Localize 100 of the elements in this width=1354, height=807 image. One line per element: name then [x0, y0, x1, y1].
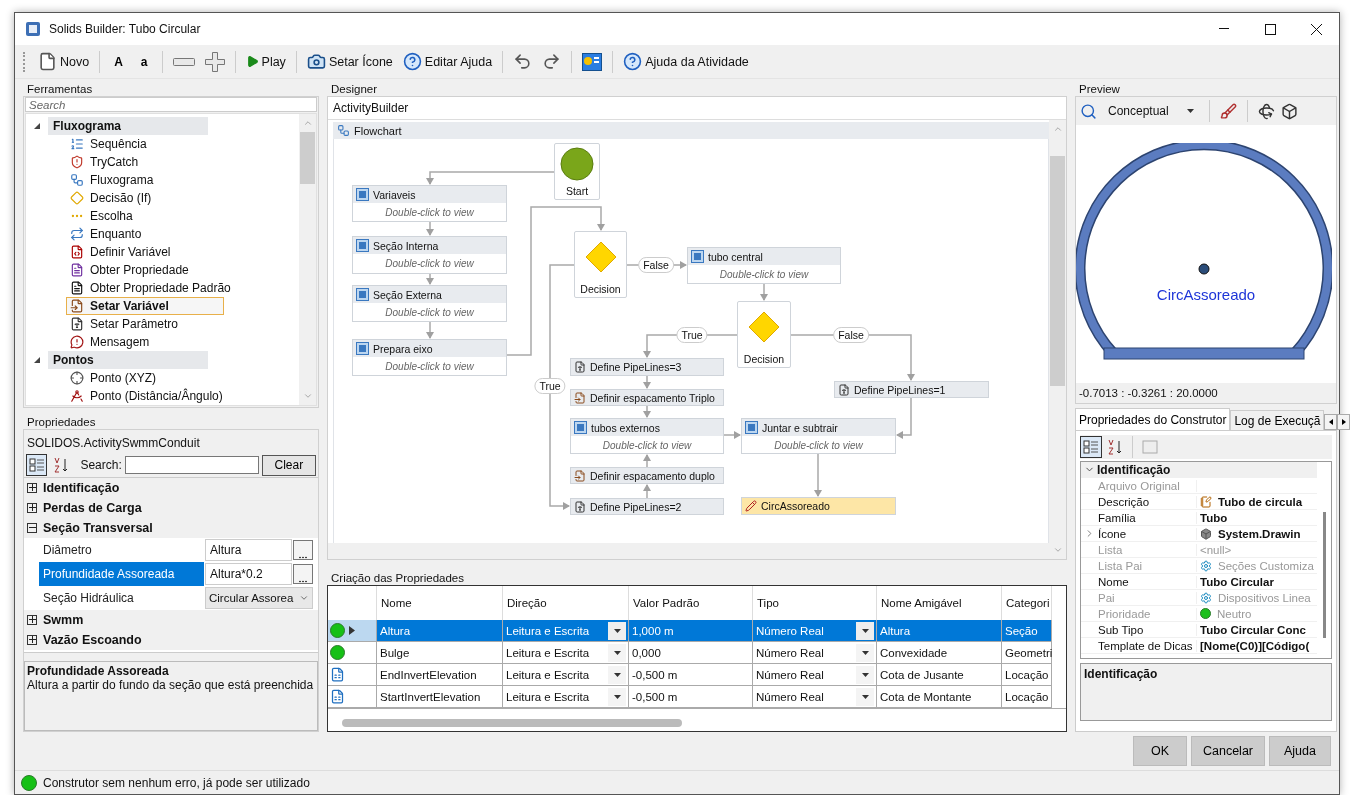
tool-item[interactable]: TryCatch — [66, 153, 224, 171]
expand-icon[interactable] — [27, 634, 37, 645]
activity-node[interactable]: tubos externos Double-click to view — [570, 418, 724, 454]
orbit-icon[interactable] — [1258, 102, 1275, 120]
tool-item[interactable]: Obter Propriedade Padrão — [66, 279, 232, 297]
property-name[interactable]: Ícone — [1097, 527, 1197, 540]
decision-node[interactable]: Decision — [574, 231, 627, 298]
minus-icon — [172, 57, 195, 66]
dropdown-icon — [861, 650, 869, 655]
tab[interactable]: Propriedades do Construtor — [1075, 408, 1231, 430]
tab-scroll-right[interactable] — [1337, 414, 1351, 430]
activity-node[interactable]: Variaveis Double-click to view — [352, 185, 507, 222]
dropdown-cell[interactable]: Número Real — [753, 620, 877, 643]
dropdown-cell[interactable]: Leitura e Escrita — [503, 642, 629, 665]
categorized-button[interactable] — [26, 454, 48, 477]
tool-item[interactable]: Definir Variável — [66, 243, 224, 261]
view-mode-select[interactable]: Conceptual — [1103, 101, 1199, 121]
property-name[interactable]: Sub Tipo — [1097, 623, 1197, 636]
file-icon — [574, 361, 586, 373]
dropdown-cell[interactable]: Número Real — [753, 664, 877, 687]
dropdown-cell[interactable]: Número Real — [753, 686, 877, 709]
activity-node[interactable]: Juntar e subtrair Double-click to view — [741, 418, 896, 454]
activity-node[interactable]: Seção Externa Double-click to view — [352, 285, 507, 322]
activity-node[interactable]: Prepara eixo Double-click to view — [352, 339, 507, 376]
collapse-icon[interactable] — [27, 522, 37, 533]
dialog-button[interactable]: Ajuda — [1269, 736, 1331, 766]
dropdown-cell[interactable]: Leitura e Escrita — [503, 686, 629, 709]
brush-icon[interactable] — [1220, 102, 1237, 120]
scroll-thumb[interactable] — [300, 132, 315, 184]
categorized-button[interactable] — [1080, 436, 1102, 458]
decision-node[interactable]: Decision — [737, 301, 791, 368]
clear-button[interactable]: Clear — [261, 454, 316, 476]
property-name[interactable]: Template de Dicas — [1097, 639, 1197, 652]
dialog-button[interactable]: Cancelar — [1191, 736, 1265, 766]
tool-item[interactable]: Mensagem — [66, 333, 224, 351]
ellipsis-button[interactable] — [293, 563, 313, 584]
scrollbar[interactable] — [299, 114, 316, 405]
dropdown-icon — [613, 672, 621, 677]
activity-node[interactable]: Define PipeLines=1 — [834, 381, 989, 398]
edit-help-button[interactable]: Editar Ajuda — [398, 48, 497, 75]
property-name[interactable]: Nome — [1097, 575, 1197, 588]
tool-item[interactable]: Decisão (If) — [66, 189, 224, 207]
activity-node[interactable]: Definir espacamento Triplo — [570, 389, 724, 406]
activity-node[interactable]: tubo central Double-click to view — [687, 247, 841, 284]
dialog-button[interactable]: OK — [1133, 736, 1187, 766]
expand-icon[interactable] — [33, 122, 41, 130]
dropdown-cell[interactable]: Leitura e Escrita — [503, 620, 629, 643]
start-node[interactable]: Start — [554, 143, 600, 200]
sequence-icon — [356, 342, 369, 355]
tool-item[interactable]: Ponto (XYZ) — [66, 369, 224, 387]
scroll-thumb[interactable] — [342, 719, 682, 727]
cube-icon — [1200, 527, 1212, 540]
activity-node[interactable]: Seção Interna Double-click to view — [352, 236, 507, 274]
tool-item[interactable]: Setar Variável — [66, 297, 224, 315]
activity-help-button[interactable]: Ajuda da Atividade — [619, 48, 753, 75]
expand-icon[interactable] — [27, 614, 37, 625]
scroll-thumb[interactable] — [1322, 512, 1326, 638]
scrollbar[interactable] — [1049, 120, 1066, 560]
property-name[interactable]: Profundidade Assoreada — [39, 561, 204, 586]
search-icon[interactable] — [1080, 102, 1097, 120]
group-header[interactable]: Pontos — [48, 351, 208, 369]
sequence-icon — [745, 421, 758, 434]
tool-item[interactable]: Setar Parâmetro — [66, 315, 224, 333]
expand-icon[interactable] — [33, 356, 41, 364]
activity-node[interactable]: Define PipeLines=2 — [570, 498, 724, 515]
new-button[interactable]: Novo — [34, 48, 94, 75]
tool-item[interactable]: Obter Propriedade — [66, 261, 224, 279]
activity-node[interactable]: Definir espacamento duplo — [570, 467, 724, 484]
property-name[interactable]: Família — [1097, 511, 1197, 524]
scrollbar[interactable] — [328, 543, 1049, 560]
scroll-thumb[interactable] — [1050, 156, 1065, 386]
search-field[interactable] — [124, 456, 259, 475]
expand-icon[interactable] — [27, 502, 37, 513]
table-cell: Locação — [1002, 686, 1052, 709]
tool-item[interactable]: Sequência — [66, 135, 224, 153]
font-button[interactable]: a — [132, 48, 156, 75]
dropdown-cell[interactable]: Número Real — [753, 642, 877, 665]
group-header[interactable]: Fluxograma — [48, 117, 208, 135]
property-value[interactable]: Altura*0.2 — [205, 562, 292, 585]
activity-node[interactable]: CircAssoreado — [741, 497, 896, 515]
ellipsis-button[interactable] — [293, 539, 313, 560]
tab-scroll-left[interactable] — [1324, 414, 1338, 430]
search-field[interactable]: Search — [25, 97, 317, 112]
tool-item[interactable]: Enquanto — [66, 225, 224, 243]
tool-item[interactable]: Escolha — [66, 207, 224, 225]
expand-icon[interactable] — [27, 482, 37, 493]
play-button[interactable]: Play — [241, 48, 290, 75]
font-button[interactable]: A — [106, 48, 131, 75]
tool-item[interactable]: Ponto (Distância/Ângulo) — [66, 387, 224, 405]
property-select[interactable]: Circular Assorea — [205, 586, 313, 609]
cube-icon[interactable] — [1281, 102, 1298, 120]
property-name[interactable]: Descrição — [1097, 495, 1197, 508]
tool-item[interactable]: Fluxograma — [66, 171, 224, 189]
connector-arrow — [643, 375, 651, 389]
set-icon-button[interactable]: Setar Ícone — [302, 48, 397, 75]
property-value[interactable]: Altura — [205, 538, 292, 561]
activity-node[interactable]: Define PipeLines=3 — [570, 358, 724, 376]
tab[interactable]: Log de Execuçã — [1230, 410, 1325, 430]
dropdown-cell[interactable]: Leitura e Escrita — [503, 664, 629, 687]
table-cell: -0,500 m — [629, 686, 753, 709]
